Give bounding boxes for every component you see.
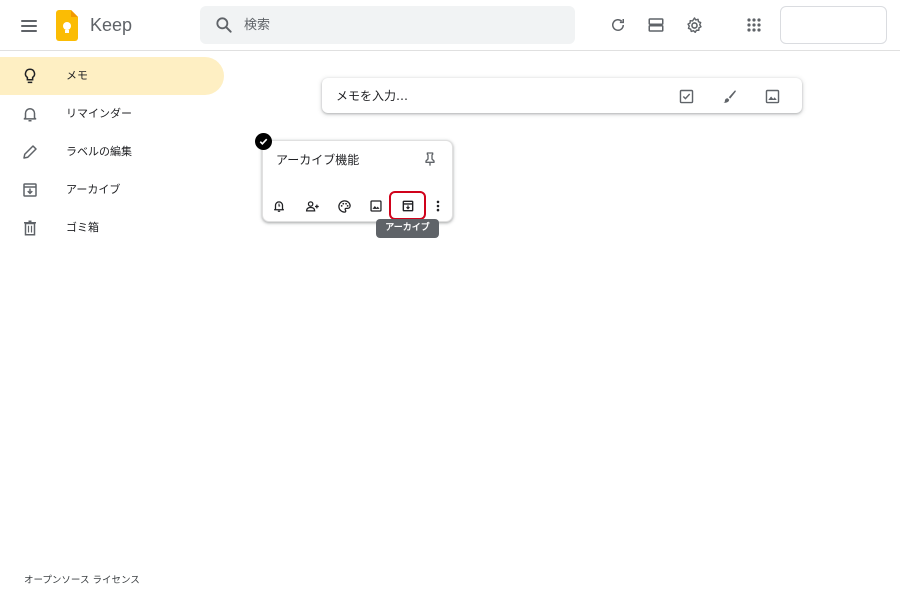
sidebar-item-label: ゴミ箱 <box>66 221 99 234</box>
take-note-placeholder[interactable]: メモを入力… <box>336 88 408 104</box>
menu-icon[interactable] <box>14 11 44 41</box>
refresh-icon[interactable] <box>604 11 632 39</box>
take-note-bar[interactable]: メモを入力… <box>322 78 802 113</box>
brush-icon[interactable] <box>718 85 740 107</box>
sidebar-item-edit-labels[interactable]: ラベルの編集 <box>0 133 224 171</box>
account-area[interactable] <box>780 6 887 44</box>
sidebar: メモ リマインダー ラベルの編集 アーカイブ ゴミ箱 <box>0 57 224 247</box>
sidebar-item-reminders[interactable]: リマインダー <box>0 95 224 133</box>
note-card[interactable]: アーカイブ機能 <box>262 140 453 222</box>
checkbox-icon[interactable] <box>675 85 697 107</box>
select-check-icon[interactable] <box>255 133 272 150</box>
lightbulb-icon <box>20 66 40 86</box>
sidebar-item-label: ラベルの編集 <box>66 145 132 158</box>
search-input[interactable] <box>244 6 564 44</box>
sidebar-item-label: リマインダー <box>66 107 132 120</box>
reminder-icon[interactable] <box>269 196 289 216</box>
app-title[interactable]: Keep <box>90 14 132 36</box>
keep-app: Keep 検索 メモ リマインダー ラベルの編集 アーカイブ ゴミ箱 オープンソ… <box>0 0 900 600</box>
apps-icon[interactable] <box>740 11 768 39</box>
archive-icon <box>20 180 40 200</box>
archive-highlight-box <box>389 191 426 220</box>
sidebar-item-label: アーカイブ <box>66 183 121 196</box>
top-bar: Keep <box>0 0 900 51</box>
bell-icon <box>20 104 40 124</box>
sidebar-item-notes[interactable]: メモ <box>0 57 224 95</box>
image-icon[interactable] <box>366 196 386 216</box>
settings-icon[interactable] <box>680 11 708 39</box>
search-bar[interactable] <box>200 6 575 44</box>
image-icon[interactable] <box>761 85 783 107</box>
pencil-icon <box>20 142 40 162</box>
note-title[interactable]: アーカイブ機能 <box>276 152 359 168</box>
list-view-icon[interactable] <box>642 11 670 39</box>
sidebar-item-label: メモ <box>66 69 88 82</box>
pin-icon[interactable] <box>420 149 440 169</box>
sidebar-item-archive[interactable]: アーカイブ <box>0 171 224 209</box>
keep-logo[interactable] <box>56 10 78 41</box>
trash-icon <box>20 218 40 238</box>
archive-tooltip: アーカイブ <box>376 219 439 238</box>
open-source-licenses-link[interactable]: オープンソース ライセンス <box>24 572 140 586</box>
palette-icon[interactable] <box>334 196 354 216</box>
more-icon[interactable] <box>428 196 448 216</box>
search-icon[interactable] <box>214 15 234 35</box>
sidebar-item-trash[interactable]: ゴミ箱 <box>0 209 224 247</box>
collaborator-icon[interactable] <box>302 196 322 216</box>
